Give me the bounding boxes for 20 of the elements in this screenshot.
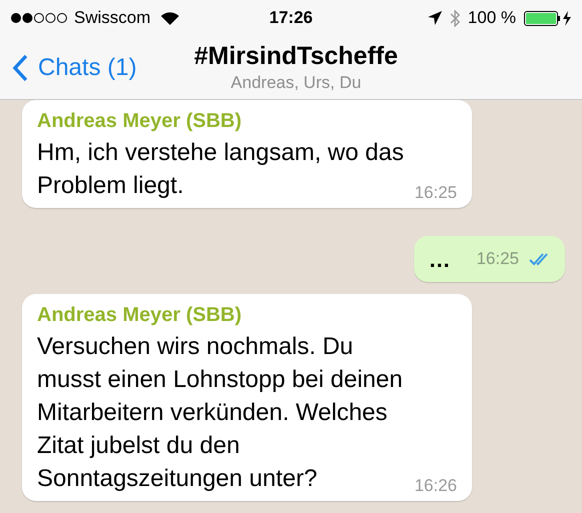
message-text: Hm, ich verstehe langsam, wo das Problem liegt. <box>37 138 405 201</box>
message-time: 16:25 <box>476 248 519 270</box>
signal-icon <box>10 12 68 24</box>
message-time: 16:25 <box>414 182 457 204</box>
bluetooth-icon <box>450 10 460 26</box>
back-button[interactable]: Chats (1) <box>12 50 137 86</box>
chat-members: Andreas, Urs, Du <box>230 72 362 94</box>
clock-time: 17:26 <box>269 7 313 30</box>
message-text: Versuchen wirs nochmals. Du musst einen Lohnstopp bei deinen Mitarbeitern verkünden. Welches Zitat jubelst du den Sonntagszeitungen unter? <box>37 332 404 494</box>
battery-charging-icon <box>524 10 572 26</box>
carrier-name: Swisscom <box>74 7 151 30</box>
sender-name: Andreas Meyer (SBB) <box>37 303 243 328</box>
battery-percent: 100 % <box>468 7 516 30</box>
message-text: … <box>428 246 450 274</box>
sender-name: Andreas Meyer (SBB) <box>37 109 243 134</box>
chat-title: #MirsindTscheffe <box>194 41 398 72</box>
chevron-left-icon <box>12 54 28 82</box>
message-time: 16:26 <box>414 475 457 497</box>
wifi-icon <box>160 12 179 24</box>
location-arrow-icon <box>428 11 442 25</box>
